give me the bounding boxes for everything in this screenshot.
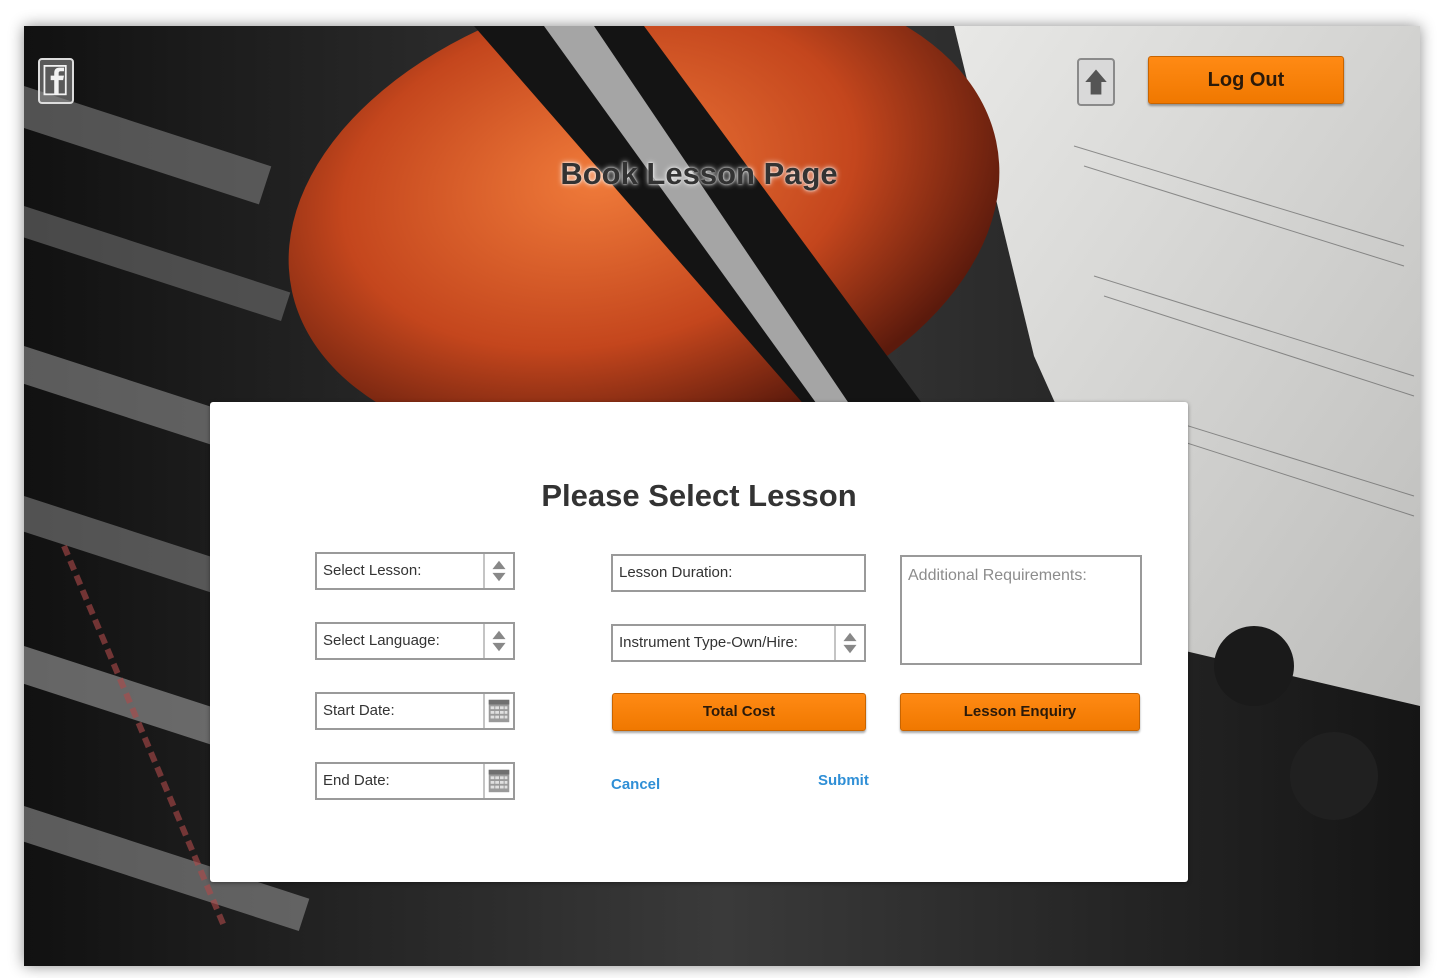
instrument-type-dropdown[interactable]: Instrument Type-Own/Hire: (611, 624, 866, 662)
form-title: Please Select Lesson (541, 478, 857, 513)
select-language-label: Select Language: (323, 632, 440, 649)
start-date-field[interactable]: Start Date: (315, 692, 515, 730)
end-date-calendar-icon[interactable] (483, 764, 513, 798)
select-language-dropdown[interactable]: Select Language: (315, 622, 515, 660)
submit-link[interactable]: Submit (818, 772, 869, 789)
lesson-form-panel: Please Select Lesson Select Lesson: Sele… (210, 402, 1188, 882)
cancel-link[interactable]: Cancel (611, 776, 660, 793)
instrument-type-label: Instrument Type-Own/Hire: (619, 634, 798, 651)
lesson-duration-field[interactable]: Lesson Duration: (611, 554, 866, 592)
end-date-label: End Date: (323, 772, 390, 789)
page-title: Book Lesson Page (560, 156, 838, 191)
home-icon[interactable] (1077, 58, 1115, 106)
lesson-enquiry-button[interactable]: Lesson Enquiry (900, 693, 1140, 731)
facebook-icon[interactable] (38, 58, 74, 104)
additional-requirements-placeholder: Additional Requirements: (908, 567, 1087, 584)
lesson-duration-label: Lesson Duration: (619, 564, 733, 581)
select-lesson-label: Select Lesson: (323, 562, 422, 579)
logout-button[interactable]: Log Out (1148, 56, 1344, 104)
instrument-type-spinner-icon[interactable] (834, 626, 864, 660)
additional-requirements-textarea[interactable]: Additional Requirements: (900, 555, 1142, 665)
select-language-spinner-icon[interactable] (483, 624, 513, 658)
select-lesson-spinner-icon[interactable] (483, 554, 513, 588)
app-window: Log Out Book Lesson Page Please Select L… (24, 26, 1420, 966)
start-date-label: Start Date: (323, 702, 395, 719)
total-cost-button[interactable]: Total Cost (612, 693, 866, 731)
select-lesson-dropdown[interactable]: Select Lesson: (315, 552, 515, 590)
end-date-field[interactable]: End Date: (315, 762, 515, 800)
start-date-calendar-icon[interactable] (483, 694, 513, 728)
